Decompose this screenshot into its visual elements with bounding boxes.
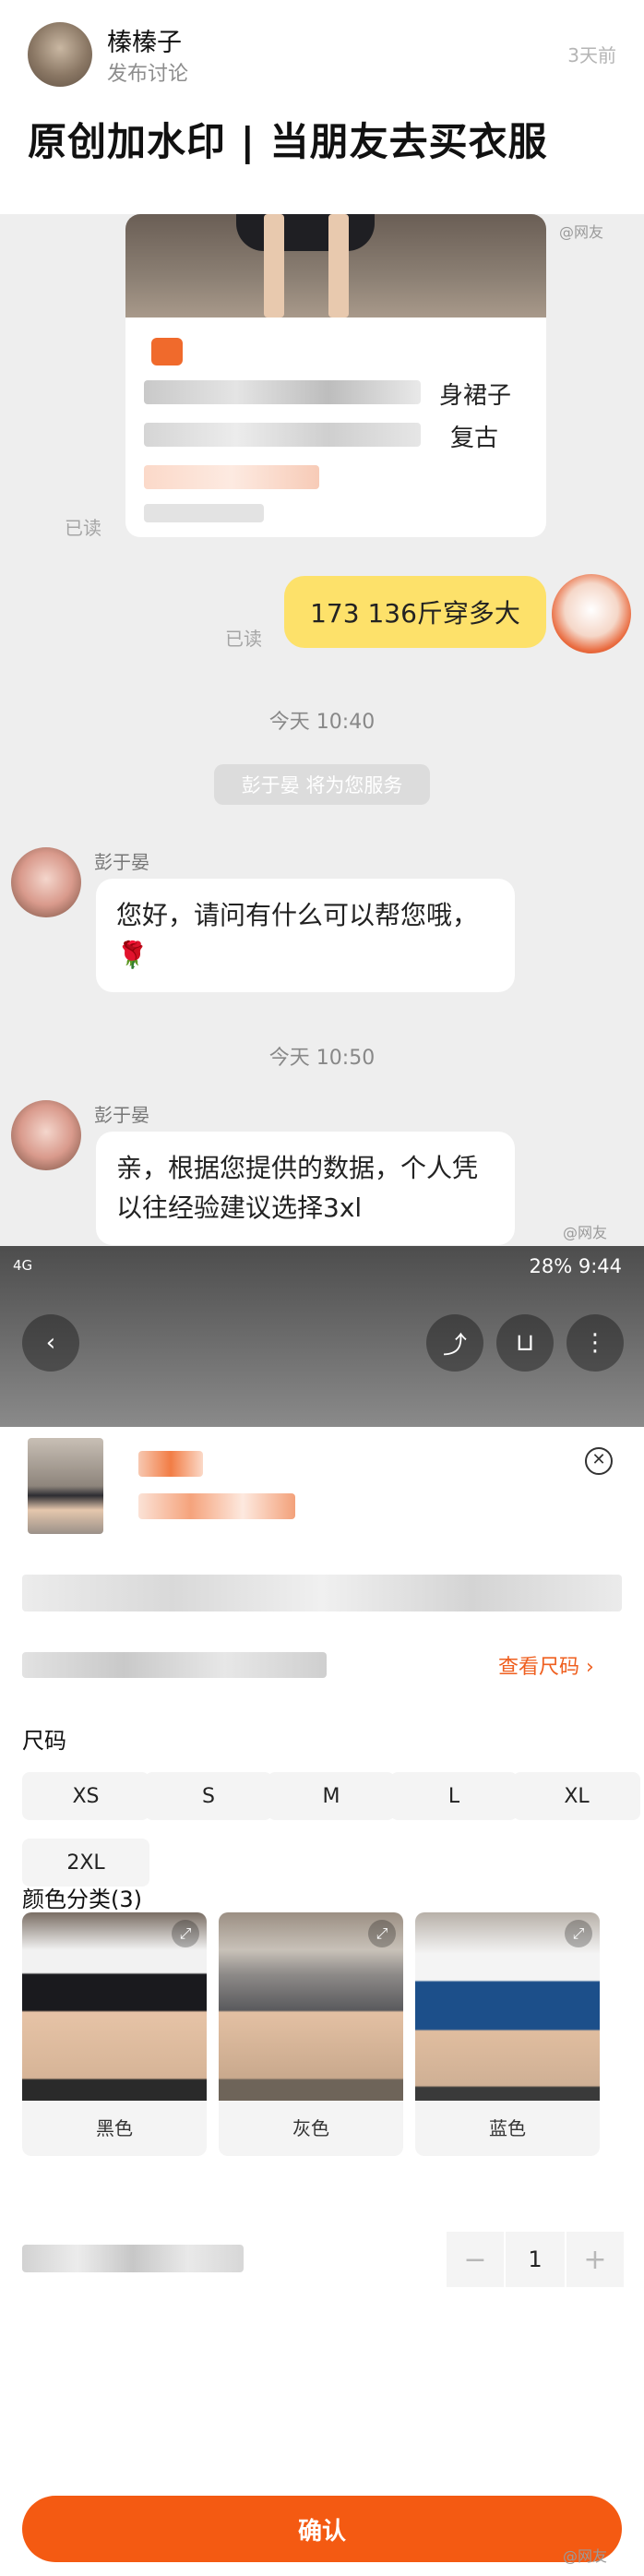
user-avatar[interactable] (552, 574, 631, 653)
color-option-blue[interactable]: ⤢ 蓝色 (415, 1912, 600, 2156)
more-icon: ⋮ (583, 1329, 607, 1357)
color-option-black[interactable]: ⤢ 黑色 (22, 1912, 207, 2156)
size-chart-link[interactable]: 查看尺码 › (498, 1650, 594, 1680)
agent-message-text: 您好，请问有什么可以帮您哦， (116, 900, 479, 930)
agent-name: 彭于晏 (94, 1104, 149, 1126)
blurred-text (22, 2245, 244, 2272)
status-bar: 4G 28% 9:44 (0, 1246, 644, 1287)
color-label: 蓝色 (489, 2117, 526, 2139)
product-hero-image: 4G 28% 9:44 ‹ ⤴ ⊔ ⋮ (0, 1246, 644, 1427)
size-option-l[interactable]: L (390, 1772, 518, 1820)
size-option-s[interactable]: S (145, 1772, 272, 1820)
skirt-shape (236, 214, 375, 251)
confirm-button[interactable]: 确认 (22, 2496, 622, 2562)
blurred-price (144, 465, 319, 489)
product-thumbnail (28, 1438, 103, 1534)
watermark: @网友 (563, 2547, 608, 2565)
user-message-bubble: 173 136斤穿多大 (284, 576, 546, 648)
post-category: 发布讨论 (107, 63, 189, 86)
back-button[interactable]: ‹ (22, 1314, 79, 1372)
post-title: 原创加水印 | 当朋友去买衣服 (28, 119, 548, 164)
color-label: 灰色 (292, 2117, 329, 2139)
blurred-text (144, 423, 421, 447)
author-avatar[interactable] (28, 22, 92, 87)
agent-avatar[interactable] (11, 847, 81, 917)
post-time: 3天前 (567, 44, 616, 66)
color-option-gray[interactable]: ⤢ 灰色 (219, 1912, 403, 2156)
close-icon[interactable]: ✕ (585, 1447, 613, 1475)
author-name[interactable]: 榛榛子 (107, 22, 182, 58)
product-title-fragment: 身裙子 (439, 382, 512, 410)
shop-icon (151, 338, 183, 365)
signal-indicator: 4G (13, 1257, 33, 1274)
product-screenshot: 4G 28% 9:44 ‹ ⤴ ⊔ ⋮ ✕ 查看尺码 › 尺码 XS S M L… (0, 1246, 644, 2576)
timestamp: 今天 10:50 (268, 1047, 376, 1070)
blurred-address (22, 1575, 622, 1611)
chevron-left-icon: ‹ (45, 1329, 56, 1357)
agent-avatar[interactable] (11, 1100, 81, 1170)
color-label: 黑色 (96, 2117, 133, 2139)
timestamp: 今天 10:40 (268, 711, 376, 734)
more-button[interactable]: ⋮ (566, 1314, 624, 1372)
share-icon: ⤴ (442, 1331, 467, 1360)
blurred-stock (138, 1493, 295, 1519)
watermark: @网友 (563, 1224, 608, 1241)
agent-name: 彭于晏 (94, 851, 149, 873)
cart-icon: ⊔ (515, 1329, 535, 1357)
expand-icon[interactable]: ⤢ (368, 1920, 396, 1947)
rose-emoji: 🌹 (116, 940, 149, 971)
expand-icon[interactable]: ⤢ (565, 1920, 592, 1947)
quantity-minus-button[interactable]: − (447, 2232, 504, 2287)
post-header: 榛榛子 发布讨论 3天前 原创加水印 | 当朋友去买衣服 (0, 0, 644, 214)
leg-shape (264, 214, 284, 318)
watermark: @网友 (559, 223, 604, 241)
size-option-xs[interactable]: XS (22, 1772, 149, 1820)
cart-button[interactable]: ⊔ (496, 1314, 554, 1372)
read-receipt: 已读 (65, 517, 101, 539)
size-section-label: 尺码 (22, 1728, 66, 1754)
share-button[interactable]: ⤴ (426, 1314, 483, 1372)
leg-shape (328, 214, 349, 318)
chat-screenshot: @网友 身裙子 复古 已读 173 136斤穿多大 已读 今天 10:40 彭于… (0, 214, 644, 1246)
blurred-text (144, 380, 421, 404)
blurred-text (144, 504, 264, 522)
size-option-2xl[interactable]: 2XL (22, 1839, 149, 1887)
system-notice: 彭于晏 将为您服务 (214, 764, 430, 805)
expand-icon[interactable]: ⤢ (172, 1920, 199, 1947)
quantity-plus-button[interactable]: + (566, 2232, 624, 2287)
battery-time: 28% 9:44 (529, 1255, 622, 1277)
shared-product-card[interactable]: 身裙子 复古 (125, 214, 546, 537)
size-option-xl[interactable]: XL (513, 1772, 640, 1820)
size-option-m[interactable]: M (268, 1772, 395, 1820)
product-title-fragment: 复古 (450, 425, 499, 452)
blurred-price (138, 1451, 203, 1477)
color-section-label: 颜色分类(3) (22, 1887, 142, 1912)
agent-message-bubble: 您好，请问有什么可以帮您哦， 🌹 (96, 879, 515, 992)
agent-message-bubble: 亲，根据您提供的数据，个人凭以往经验建议选择3xl (96, 1132, 515, 1245)
quantity-value[interactable]: 1 (506, 2232, 565, 2287)
blurred-text (22, 1652, 327, 1678)
product-image (125, 214, 546, 318)
read-receipt: 已读 (225, 628, 262, 650)
quantity-stepper[interactable]: − 1 + (447, 2232, 624, 2287)
sku-sheet: ✕ 查看尺码 › 尺码 XS S M L XL 2XL 颜色分类(3) ⤢ 黑色… (0, 1427, 644, 2576)
